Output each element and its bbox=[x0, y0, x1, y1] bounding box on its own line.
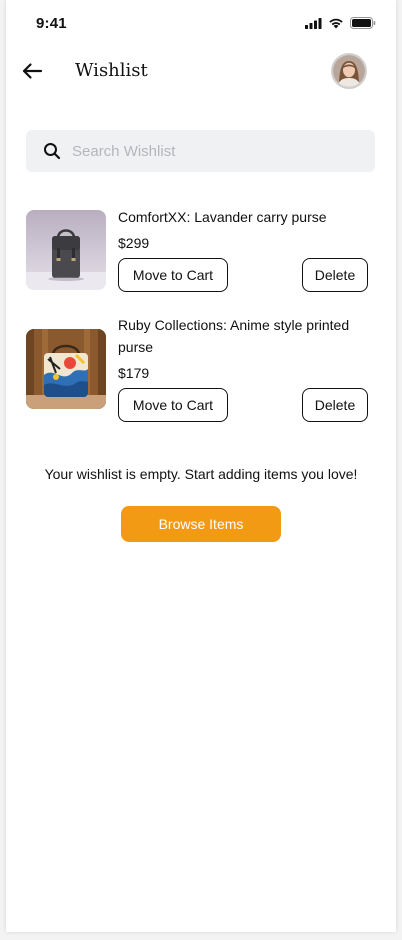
status-time: 9:41 bbox=[36, 15, 67, 32]
product-name: ComfortXX: Lavander carry purse bbox=[118, 209, 327, 225]
signal-icon bbox=[305, 17, 322, 29]
purse-image bbox=[26, 210, 106, 290]
phone-screen: 9:41 Wishlist Search Wishlist ComfortXX:… bbox=[6, 0, 396, 932]
arrow-left-icon bbox=[22, 63, 43, 79]
search-input[interactable] bbox=[70, 141, 354, 161]
empty-state-message: Your wishlist is empty. Start adding ite… bbox=[44, 466, 358, 482]
delete-button[interactable]: Delete bbox=[302, 258, 368, 292]
product-name: Ruby Collections: Anime style printed pu… bbox=[118, 317, 350, 355]
delete-button[interactable]: Delete bbox=[302, 388, 368, 422]
search-bar[interactable] bbox=[26, 130, 375, 172]
browse-items-button[interactable]: Browse Items bbox=[121, 506, 281, 542]
move-to-cart-button[interactable]: Move to Cart bbox=[118, 258, 228, 292]
page-title: Wishlist bbox=[75, 60, 148, 81]
status-icons bbox=[305, 17, 376, 29]
avatar[interactable] bbox=[331, 53, 367, 89]
product-image[interactable] bbox=[26, 329, 106, 409]
search-icon bbox=[42, 141, 62, 161]
product-image[interactable] bbox=[26, 210, 106, 290]
product-price: $299 bbox=[118, 235, 150, 251]
move-to-cart-button[interactable]: Move to Cart bbox=[118, 388, 228, 422]
purse-image bbox=[26, 329, 106, 409]
wifi-icon bbox=[329, 18, 343, 29]
back-button[interactable] bbox=[18, 58, 46, 84]
battery-icon bbox=[350, 17, 376, 29]
product-price: $179 bbox=[118, 365, 150, 381]
avatar-image bbox=[333, 55, 365, 87]
